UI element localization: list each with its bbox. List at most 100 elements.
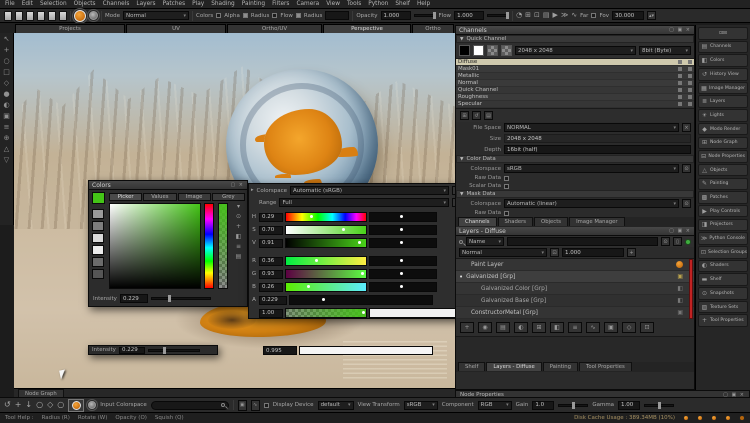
file-space-select[interactable]: NORMAL▾ [504,123,679,132]
grey-swatch[interactable] [92,221,104,231]
add-adjustment-button[interactable]: ▤ [496,322,510,333]
layers-panel-titlebar[interactable]: Layers - Diffuse ▢ ▣ × [456,227,694,236]
move-icon[interactable]: + [15,401,22,409]
menu-painting[interactable]: Painting [242,1,265,7]
dock-tab-shaders[interactable]: Shaders [498,217,534,226]
layer-row-constructormetal[interactable]: ConstructorMetal [Grp] ▣ [456,307,694,319]
menu-channels[interactable]: Channels [103,1,130,7]
value-value-field[interactable]: 0.91 [259,239,283,248]
sidebar-item-lights[interactable]: ☀Lights [698,109,748,122]
tab-uv[interactable]: UV [126,24,226,33]
sidebar-item-play-controls[interactable]: ▶Play Controls [698,205,748,218]
tab-ortho[interactable]: Ortho [412,24,454,33]
blend-options-button[interactable]: ⊡ [550,248,559,257]
add-filter-button[interactable]: ◐ [514,322,528,333]
grey-swatch[interactable] [92,209,104,219]
layer-row-galvanized-base[interactable]: Galvanized Base [Grp] ◧ [456,295,694,307]
channels-panel-window-buttons[interactable]: ▢ ▣ × [669,27,691,33]
play-icon[interactable]: ▶ [553,12,558,19]
flow-slider[interactable] [487,14,509,17]
green-gradient-slider[interactable] [285,269,367,279]
sidebar-item-tool-properties[interactable]: +Tool Properties [698,314,748,327]
dock-tab-tool-properties[interactable]: Tool Properties [579,362,632,371]
dock-tab-channels[interactable]: Channels [458,217,497,226]
menu-tools[interactable]: Tools [347,1,361,7]
mask-data-section-header[interactable]: ▼ Mask Data [456,190,694,198]
save-project-icon[interactable] [26,11,34,21]
alpha-max-field[interactable]: 1.00 [259,309,283,318]
tab-picker[interactable]: Picker [109,193,142,201]
quick-channel-header[interactable]: ▼ Quick Channel [456,35,694,43]
duplicate-layer-button[interactable]: ▣ [604,322,618,333]
channel-row-normal[interactable]: Normal [456,80,694,87]
share-layer-button[interactable]: ∿ [586,322,600,333]
menu-icon[interactable]: ≡ [236,243,241,250]
floating-color-value-field[interactable]: 0.995 [263,346,297,355]
hue-gradient-slider[interactable] [285,212,367,222]
channel-list-options-button[interactable]: ▤ [484,111,493,120]
blue-value-field[interactable]: 0.26 [259,283,283,292]
layer-mask-icon[interactable]: ◧ [677,297,683,304]
grey-swatch[interactable] [92,233,104,243]
towards-tool-icon[interactable]: △ [4,146,9,153]
channel-row-icons[interactable] [678,74,692,78]
colorspace-select[interactable]: Automatic (sRGB)▾ [290,186,449,195]
tab-values[interactable]: Values [143,193,176,201]
menu-file[interactable]: File [5,1,15,7]
sidebar-item-shaders[interactable]: ◐Shaders [698,260,748,273]
paint-mode-select[interactable]: Normal▾ [123,11,189,20]
channel-row-icons[interactable] [678,102,692,106]
dropper-icon[interactable]: ▾ [237,203,240,210]
layer-row-galvanized-color[interactable]: Galvanized Color [Grp] ◧ [456,283,694,295]
gain-slider[interactable] [558,404,588,407]
display-device-select[interactable]: default▾ [318,401,354,410]
channel-row-icons[interactable] [678,88,692,92]
secondary-brush-icon[interactable] [88,401,96,409]
sidebar-item-objects[interactable]: △Objects [698,164,748,177]
menu-view[interactable]: View [326,1,340,7]
menu-layers[interactable]: Layers [136,1,155,7]
colors-panel-titlebar[interactable]: Colors ▢ × [89,181,247,190]
undo-icon[interactable]: ↺ [4,401,11,409]
status-dot-3[interactable] [711,415,717,421]
channel-row-specular[interactable]: Specular [456,101,694,108]
dock-tab-image-manager[interactable]: Image Manager [569,217,625,226]
remove-layer-button[interactable]: ⊡ [640,322,654,333]
sidebar-item-history-view[interactable]: ↺History View [698,68,748,81]
status-dot-5[interactable] [739,415,745,421]
intensity-slider[interactable] [151,297,211,300]
grey-swatch[interactable] [92,257,104,267]
channel-row-diffuse[interactable]: Diffuse [456,59,694,66]
status-dot-4[interactable] [725,415,731,421]
color-data-section-header[interactable]: ▼ Color Data [456,155,694,163]
group-folder-icon[interactable]: ▣ [677,309,683,316]
sidebar-item-modo-render[interactable]: ◆Modo Render [698,123,748,136]
circle-select-icon[interactable]: ○ [36,401,43,409]
alpha-slider-track[interactable] [289,295,433,305]
open-project-icon[interactable] [15,11,23,21]
fov-field[interactable]: 30.000 [612,11,644,20]
channel-row-icons[interactable] [678,67,692,71]
tab-perspective[interactable]: Perspective [323,24,411,33]
layer-list-scrollbar[interactable] [689,259,693,319]
grey-swatch[interactable] [92,269,104,279]
dock-tab-painting[interactable]: Painting [543,362,578,371]
eraser-tool-icon[interactable] [89,11,98,20]
dock-tab-layers-diffuse[interactable]: Layers - Diffuse [486,362,541,371]
sidebar-item-node-graph[interactable]: ⊞Node Graph [698,137,748,150]
far-checkbox[interactable] [591,13,596,18]
channel-row-icons[interactable] [678,60,692,64]
import-icon[interactable] [37,11,45,21]
layer-mask-icon[interactable]: ◧ [677,285,683,292]
dock-tab-objects[interactable]: Objects [534,217,568,226]
add-channel-button[interactable]: ⊞ [460,111,469,120]
grid-icon[interactable]: ▤ [236,253,242,260]
gamma-slider[interactable] [644,404,674,407]
slerp-tool-icon[interactable]: ≡ [4,124,10,131]
tab-image[interactable]: Image [178,193,211,201]
sidebar-item-projectors[interactable]: ◨Projectors [698,219,748,232]
opacity-field[interactable]: 1.000 [381,11,411,20]
brush-tool-icon[interactable]: ● [3,91,9,98]
hue-value-field[interactable]: 0.29 [259,213,283,222]
add-procedural-button[interactable]: ◉ [478,322,492,333]
